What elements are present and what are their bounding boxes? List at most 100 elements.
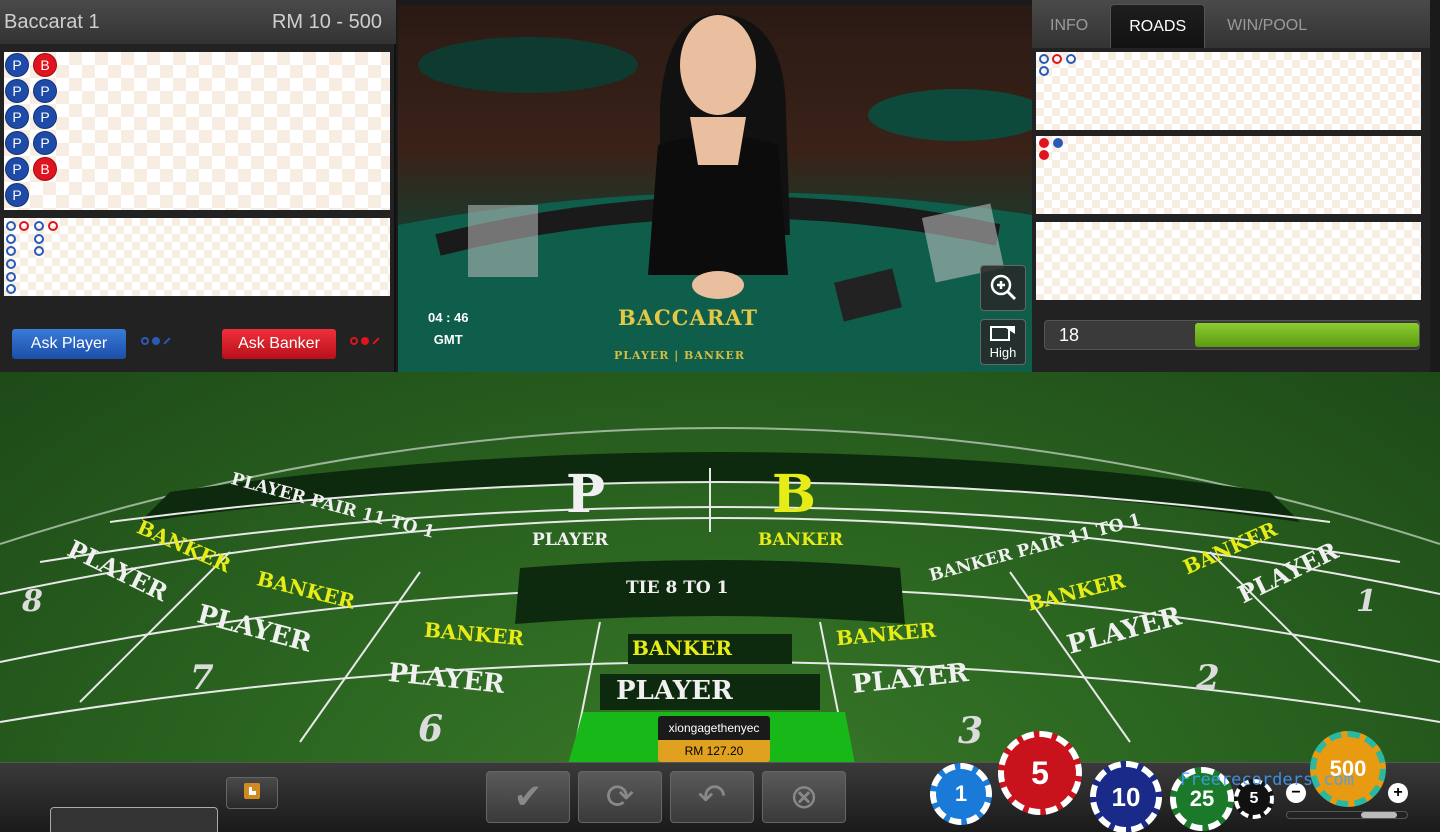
timer-fill xyxy=(1194,323,1419,347)
bead-player: P xyxy=(5,105,29,129)
quality-button[interactable]: High xyxy=(980,319,1026,365)
bead-banker: B xyxy=(33,53,57,77)
card-shoe xyxy=(468,205,538,277)
bead-banker: B xyxy=(33,157,57,181)
big-road-mark xyxy=(6,272,16,282)
preview-dot xyxy=(141,337,149,345)
lobby-button[interactable] xyxy=(226,777,278,809)
player-center[interactable]: PLAYER xyxy=(616,676,733,706)
big-road-mark xyxy=(34,234,44,244)
bead-player: P xyxy=(33,79,57,103)
player-name: xiongagethenyec xyxy=(658,716,770,740)
info-tabs: INFO ROADS WIN/POOL xyxy=(1032,0,1430,48)
quality-label: High xyxy=(989,345,1017,360)
dealer-neck xyxy=(690,117,746,165)
road-mark xyxy=(1039,150,1049,160)
ask-banker-button[interactable]: Ask Banker xyxy=(222,329,336,359)
tab-info[interactable]: INFO xyxy=(1032,4,1106,48)
big-road-mark xyxy=(6,234,16,244)
player-balance: RM 127.20 xyxy=(658,740,770,762)
clock-zone: GMT xyxy=(433,332,463,347)
seat-number-1: 1 xyxy=(1356,584,1377,619)
zoom-button[interactable] xyxy=(980,265,1026,311)
table-sign: BACCARAT xyxy=(618,305,758,330)
preview-dot xyxy=(152,337,160,345)
road-mark xyxy=(1066,54,1076,64)
watermark: Freerecorders.com xyxy=(1180,770,1354,790)
rebet-button[interactable]: ⟳ xyxy=(578,771,662,823)
big-road-mark xyxy=(48,221,58,231)
quality-icon xyxy=(989,324,1017,345)
chip-scrollbar-thumb[interactable] xyxy=(1361,812,1397,818)
chip-scrollbar[interactable] xyxy=(1286,811,1408,819)
chip-1[interactable]: 1 xyxy=(930,763,992,825)
seat-number-8: 8 xyxy=(22,584,43,619)
game-clock: 04 : 46 GMT xyxy=(428,307,468,351)
ask-player-preview xyxy=(141,337,171,345)
preview-slash xyxy=(163,337,171,345)
big-road-mark xyxy=(6,221,16,231)
preview-slash xyxy=(372,337,380,345)
tab-win-pool[interactable]: WIN/POOL xyxy=(1209,4,1325,48)
seat-number-6: 6 xyxy=(418,708,444,750)
bead-player: P xyxy=(5,183,29,207)
confirm-button[interactable]: ✔ xyxy=(486,771,570,823)
road-mark xyxy=(1039,138,1049,148)
road-mark xyxy=(1039,54,1049,64)
big-road xyxy=(4,218,390,296)
clear-button[interactable]: ⊗ xyxy=(762,771,846,823)
big-road-mark xyxy=(6,259,16,269)
live-video: 04 : 46 GMT BACCARAT PLAYER | BANKER Hig… xyxy=(398,5,1032,372)
banker-letter[interactable]: B xyxy=(772,464,816,525)
road-mark xyxy=(1052,54,1062,64)
player-tag: xiongagethenyec RM 127.20 xyxy=(658,716,770,762)
ask-player-button[interactable]: Ask Player xyxy=(12,329,126,359)
undo-icon: ↶ xyxy=(697,778,727,816)
preview-dot xyxy=(361,337,369,345)
chip-10[interactable]: 10 xyxy=(1090,761,1162,832)
seat-number-7: 7 xyxy=(190,658,214,698)
info-panel: INFO ROADS WIN/POOL 18 xyxy=(1032,0,1430,372)
table-header: Baccarat 1 RM 10 - 500 xyxy=(0,0,396,44)
chip-scroll-plus[interactable]: + xyxy=(1388,783,1408,803)
tie-label[interactable]: TIE 8 TO 1 xyxy=(626,578,728,598)
dealer-hands xyxy=(692,271,744,299)
bead-player: P xyxy=(33,131,57,155)
undo-button[interactable]: ↶ xyxy=(670,771,754,823)
cockroach-road xyxy=(1036,222,1421,300)
bet-timer: 18 xyxy=(1044,320,1420,350)
chat-tab[interactable] xyxy=(50,807,218,832)
seat-number-2: 2 xyxy=(1196,658,1220,698)
banker-bet-label[interactable]: BANKER xyxy=(758,530,843,550)
table-sign-sub: PLAYER | BANKER xyxy=(614,349,746,362)
banker-center[interactable]: BANKER xyxy=(632,636,732,660)
big-road-mark xyxy=(34,221,44,231)
clock-time: 04 : 46 xyxy=(428,310,469,325)
bead-player: P xyxy=(33,105,57,129)
bead-road: PBPPPPPPPBP xyxy=(4,52,390,210)
preview-dot xyxy=(350,337,358,345)
timer-value: 18 xyxy=(1059,325,1080,345)
chip-500[interactable]: 500 xyxy=(1310,731,1386,807)
small-road xyxy=(1036,136,1421,214)
player-letter[interactable]: P xyxy=(566,464,605,525)
repeat-icon: ⟳ xyxy=(605,778,635,816)
cancel-icon: ⊗ xyxy=(789,778,819,816)
road-mark xyxy=(1053,138,1063,148)
player-bet-label[interactable]: PLAYER xyxy=(532,530,608,550)
background-table xyxy=(868,89,1032,141)
bead-player: P xyxy=(5,157,29,181)
road-mark xyxy=(1039,66,1049,76)
big-eye-road xyxy=(1036,52,1421,130)
tab-roads[interactable]: ROADS xyxy=(1110,4,1206,48)
table-limits: RM 10 - 500 xyxy=(271,10,382,33)
big-road-mark xyxy=(34,246,44,256)
big-road-mark xyxy=(6,284,16,294)
big-road-mark xyxy=(6,246,16,256)
background-table xyxy=(418,37,638,93)
zoom-in-icon xyxy=(988,272,1018,305)
hand-pointer-icon xyxy=(241,781,263,806)
chip-5[interactable]: 5 xyxy=(998,731,1082,815)
bead-player: P xyxy=(5,79,29,103)
big-road-mark xyxy=(19,221,29,231)
